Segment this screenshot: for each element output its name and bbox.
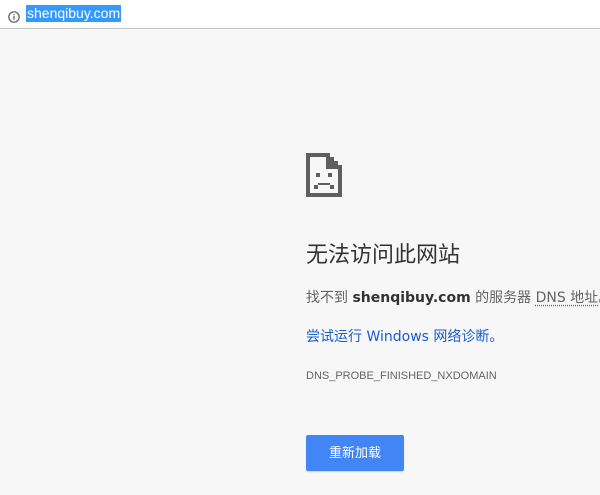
network-diagnostics-link[interactable]: 尝试运行 Windows 网络诊断。 [306,327,503,347]
url-text[interactable]: shenqibuy.com [26,5,122,22]
error-page: 无法访问此网站 找不到 shenqibuy.com 的服务器 DNS 地址。 尝… [0,29,600,495]
error-code: DNS_PROBE_FINISHED_NXDOMAIN [306,370,497,382]
dns-address-term[interactable]: DNS 地址 [536,290,599,306]
message-middle: 的服务器 [470,290,536,306]
address-bar[interactable]: shenqibuy.com [0,0,600,29]
host-name: shenqibuy.com [352,290,471,306]
info-icon[interactable] [8,8,20,23]
error-title: 无法访问此网站 [306,243,461,268]
reload-button[interactable]: 重新加载 [306,435,404,471]
message-prefix: 找不到 [306,290,353,306]
sad-page-icon [306,153,342,197]
error-message: 找不到 shenqibuy.com 的服务器 DNS 地址。 [306,288,600,308]
